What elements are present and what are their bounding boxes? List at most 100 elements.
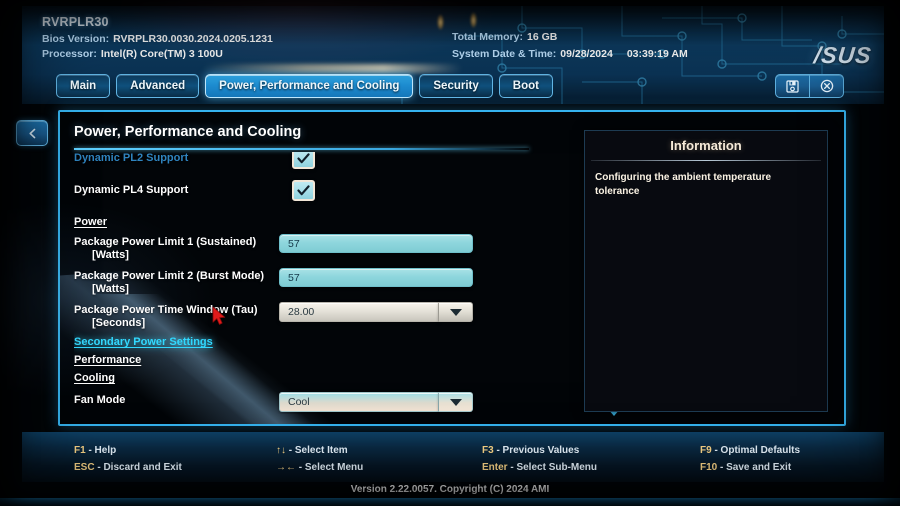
dropdown-toggle[interactable] [439, 302, 473, 322]
system-info-left: RVRPLR30 Bios Version: RVRPLR30.0030.2024… [42, 15, 273, 63]
footer-hint-select-item: ↑↓ - Select Item [276, 442, 363, 459]
page-title: Power, Performance and Cooling [74, 124, 302, 140]
settings-row-label: Package Power Time Window (Tau) [Seconds… [74, 302, 279, 330]
system-info-right: Total Memory: 16 GB System Date & Time: 09… [452, 31, 688, 65]
settings-row-dynamic-pl4[interactable]: Dynamic PL4 Support [74, 180, 564, 201]
settings-row-label: Package Power Limit 2 (Burst Mode) [Watt… [74, 268, 279, 296]
check-icon [297, 153, 310, 164]
system-date-value: 09/28/2024 [560, 48, 613, 60]
bios-setup-screen: RVRPLR30 Bios Version: RVRPLR30.0030.2024… [0, 0, 900, 506]
information-panel-text: Configuring the ambient temperature tole… [595, 172, 772, 197]
footer-hint-text: - Select Sub-Menu [507, 462, 598, 473]
settings-row-performance[interactable]: Performance [74, 354, 564, 366]
tab-main[interactable]: Main [56, 74, 111, 98]
footer-hint-f3: F3 - Previous Values [482, 442, 597, 459]
total-memory-value: 16 GB [526, 31, 558, 43]
save-button[interactable] [775, 74, 809, 98]
footer-hint-text: - Save and Exit [717, 462, 792, 473]
settings-list: Dynamic PL2 Support Dynamic PL4 Support [74, 152, 564, 414]
settings-section-power: Power [74, 216, 564, 228]
package-power-time-window-value[interactable]: 28.00 [279, 302, 439, 322]
bottom-accent-strip [0, 498, 900, 506]
footer-hint-key: F3 [482, 445, 494, 456]
settings-row-label-unit: [Watts] [92, 249, 129, 261]
footer-hint-key: →← [276, 462, 296, 473]
footer-hint-text: - Previous Values [493, 445, 580, 456]
tab-power-performance-and-cooling[interactable]: Power, Performance and Cooling [205, 74, 414, 98]
chevron-down-icon [449, 308, 462, 316]
package-power-time-window-dropdown[interactable]: 28.00 [279, 302, 473, 322]
light-streak-decoration [202, 64, 462, 73]
title-divider [74, 148, 529, 150]
footer-hint-esc: ESC - Discard and Exit [74, 459, 182, 476]
chevron-left-icon [28, 128, 35, 138]
footer-hint-f9: F9 - Optimal Defaults [700, 442, 800, 459]
footer-hint-key: F10 [700, 462, 718, 473]
system-datetime-label: System Date & Time: [452, 48, 557, 60]
processor-value: Intel(R) Core(TM) 3 100U [100, 48, 223, 60]
footer-hint-text: - Select Menu [296, 462, 364, 473]
settings-row-label: Fan Mode [74, 394, 126, 406]
settings-row-package-power-time-window[interactable]: Package Power Time Window (Tau) [Seconds… [74, 302, 564, 330]
bios-version-value: RVRPLR30.0030.2024.0205.1231 [113, 33, 273, 45]
settings-row-label: Dynamic PL2 Support [74, 152, 189, 164]
header-action-buttons [775, 74, 844, 98]
bios-version-copyright: Version 2.22.0057. Copyright (C) 2024 AM… [350, 484, 550, 495]
settings-row-label-unit: [Seconds] [92, 317, 146, 329]
processor-label: Processor: [42, 48, 97, 60]
footer-bar: F1 - Help ESC - Discard and Exit ↑↓ - Se… [22, 432, 884, 482]
footer-hint-key: Enter [482, 462, 508, 473]
total-memory-row: Total Memory: 16 GB [452, 31, 688, 43]
dropdown-toggle[interactable] [439, 392, 473, 412]
settings-row-cooling[interactable]: Cooling [74, 372, 564, 384]
chevron-down-icon [449, 398, 462, 406]
settings-row-label-main: Package Power Limit 1 (Sustained) [74, 236, 257, 248]
tab-security[interactable]: Security [419, 74, 493, 98]
information-panel-title: Information [670, 138, 742, 153]
dynamic-pl2-support-checkbox[interactable] [292, 152, 315, 169]
package-power-limit-2-input[interactable]: 57 [279, 268, 473, 287]
system-time-value: 03:39:19 AM [626, 48, 688, 60]
fan-mode-value[interactable]: Cool [279, 392, 439, 412]
close-circle-icon [820, 79, 833, 93]
asus-logo: /SUS [812, 42, 874, 68]
settings-row-package-power-limit-2[interactable]: Package Power Limit 2 (Burst Mode) [Watt… [74, 268, 564, 296]
main-content-panel: Power, Performance and Cooling Dynamic P… [58, 110, 846, 426]
submenu-link-performance[interactable]: Performance [74, 354, 141, 366]
menu-tab-bar: Main Advanced Power, Performance and Coo… [56, 74, 553, 98]
information-panel: Information Configuring the ambient temp… [584, 130, 828, 412]
board-name: RVRPLR30 [42, 15, 109, 29]
settings-row-label-unit: [Watts] [92, 283, 129, 295]
submenu-link-secondary-power-settings[interactable]: Secondary Power Settings [74, 336, 213, 348]
processor-row: Processor: Intel(R) Core(TM) 3 100U [42, 48, 273, 60]
footer-hint-text: - Optimal Defaults [711, 445, 801, 456]
lens-flare-decoration [437, 14, 444, 30]
footer-hint-key: ESC [74, 462, 95, 473]
footer-hint-text: - Discard and Exit [94, 462, 182, 473]
footer-hint-f10: F10 - Save and Exit [700, 459, 800, 476]
fan-mode-dropdown[interactable]: Cool [279, 392, 473, 412]
settings-row-package-power-limit-1[interactable]: Package Power Limit 1 (Sustained) [Watts… [74, 234, 564, 262]
tab-advanced[interactable]: Advanced [116, 74, 200, 98]
footer-hint-column-1: F1 - Help ESC - Discard and Exit [74, 442, 182, 476]
footer-hint-text: - Help [85, 445, 117, 456]
settings-row-label-main: Package Power Time Window (Tau) [74, 304, 258, 316]
header-bar: RVRPLR30 Bios Version: RVRPLR30.0030.2024… [22, 6, 884, 104]
exit-button[interactable] [809, 74, 844, 98]
lens-flare-decoration-2 [470, 12, 477, 28]
tab-boot[interactable]: Boot [498, 74, 553, 98]
package-power-limit-1-input[interactable]: 57 [279, 234, 473, 253]
footer-hint-key: ↑↓ [276, 445, 286, 456]
check-icon [297, 185, 310, 196]
settings-row-label: Dynamic PL4 Support [74, 184, 189, 196]
footer-hint-enter: Enter - Select Sub-Menu [482, 459, 597, 476]
footer-hint-key: F1 [74, 445, 86, 456]
settings-row-label: Package Power Limit 1 (Sustained) [Watts… [74, 234, 279, 262]
settings-row-secondary-power-settings[interactable]: Secondary Power Settings [74, 336, 564, 348]
submenu-link-cooling[interactable]: Cooling [74, 372, 115, 384]
back-button[interactable] [16, 120, 48, 146]
settings-row-dynamic-pl2[interactable]: Dynamic PL2 Support [74, 152, 564, 169]
settings-row-fan-mode[interactable]: Fan Mode Cool [74, 392, 564, 412]
footer-hint-select-menu: →← - Select Menu [276, 459, 363, 476]
dynamic-pl4-support-checkbox[interactable] [292, 180, 315, 201]
